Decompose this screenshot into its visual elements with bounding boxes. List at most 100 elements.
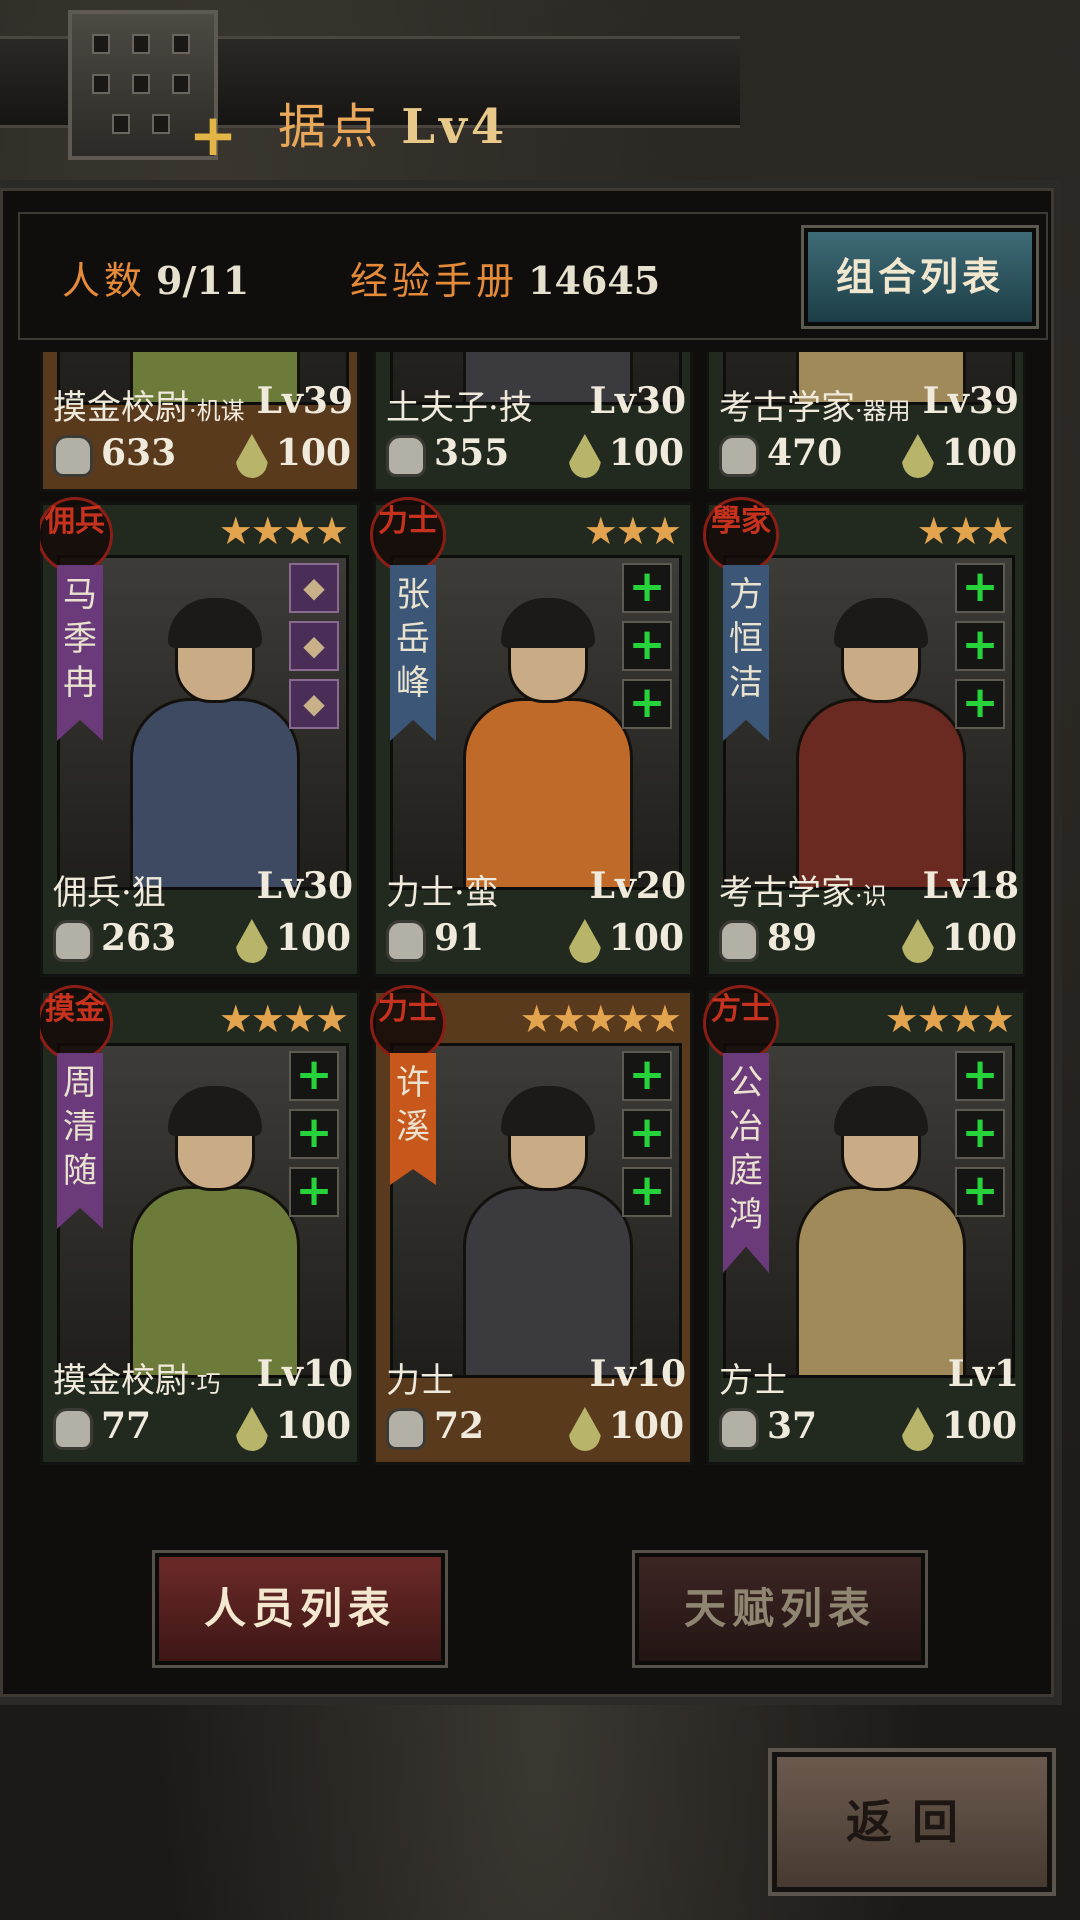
- combo-list-button[interactable]: 组合列表: [801, 225, 1039, 329]
- add-equipment-plus-icon[interactable]: +: [955, 1051, 1005, 1101]
- fist-power-icon: [719, 920, 759, 962]
- drop-energy-icon: [568, 1407, 601, 1451]
- add-equipment-plus-icon[interactable]: +: [622, 621, 672, 671]
- character-level: Lv18: [922, 865, 1019, 907]
- character-level: Lv30: [589, 380, 686, 422]
- personnel-list-tab[interactable]: 人员列表: [152, 1550, 448, 1668]
- energy-stat: 100: [901, 1405, 1017, 1451]
- character-class: 摸金校尉·巧 Lv10: [53, 1353, 353, 1401]
- character-class: 佣兵·狙 Lv30: [53, 865, 353, 913]
- character-class: 考古学家·识 Lv18: [719, 865, 1019, 913]
- population-label: 人数: [62, 259, 147, 303]
- equipped-item-icon[interactable]: ◆: [289, 563, 339, 613]
- character-card[interactable]: 力士 ★★★ 张岳峰 + + + 力士·蛮 Lv20 91 100: [370, 497, 693, 977]
- character-level: Lv1: [947, 1353, 1019, 1395]
- rarity-stars: ★★★★: [218, 509, 349, 553]
- energy-stat: 100: [235, 1405, 351, 1451]
- character-class: 土夫子·技 Lv30: [386, 380, 686, 428]
- drop-energy-icon: [568, 919, 601, 963]
- character-name: 周清随: [57, 1053, 103, 1229]
- talent-list-tab[interactable]: 天赋列表: [632, 1550, 928, 1668]
- character-grid[interactable]: 摸金校尉·机谋 Lv39 633 100 土夫子·技 Lv30 355 100 考古学家·器用 L…: [40, 352, 1040, 1522]
- add-equipment-plus-icon[interactable]: +: [955, 563, 1005, 613]
- add-equipment-plus-icon[interactable]: +: [622, 1109, 672, 1159]
- equipment-slots: ◆ ◆ ◆: [289, 563, 341, 737]
- population-value: 9/11: [156, 258, 250, 303]
- drop-energy-icon: [568, 434, 601, 478]
- drop-energy-icon: [901, 919, 934, 963]
- equipped-item-icon[interactable]: ◆: [289, 679, 339, 729]
- character-name: 张岳峰: [390, 565, 436, 741]
- add-equipment-plus-icon[interactable]: +: [622, 1051, 672, 1101]
- population-stat: 人数 9/11: [62, 250, 249, 305]
- rarity-stars: ★★★★★: [519, 997, 682, 1041]
- character-card[interactable]: 摸金校尉·机谋 Lv39 633 100: [40, 352, 360, 492]
- add-equipment-plus-icon[interactable]: +: [622, 679, 672, 729]
- class-seal-icon: 力士: [370, 497, 446, 573]
- upgrade-plus-icon[interactable]: +: [188, 106, 238, 164]
- exp-stat: 经验手册 14645: [350, 250, 660, 305]
- rarity-stars: ★★★: [916, 509, 1015, 553]
- class-seal-icon: 佣兵: [40, 497, 113, 573]
- character-card[interactable]: 考古学家·器用 Lv39 470 100: [706, 352, 1026, 492]
- character-card[interactable]: 學家 ★★★ 方恒洁 + + + 考古学家·识 Lv18 89 100: [703, 497, 1026, 977]
- add-equipment-plus-icon[interactable]: +: [289, 1167, 339, 1217]
- add-equipment-plus-icon[interactable]: +: [289, 1051, 339, 1101]
- character-card[interactable]: 摸金 ★★★★ 周清随 + + + 摸金校尉·巧 Lv10 77 100: [40, 985, 360, 1465]
- fist-power-icon: [53, 920, 93, 962]
- fist-power-icon: [386, 1408, 426, 1450]
- energy-stat: 100: [568, 1405, 684, 1451]
- power-stat: 633: [53, 432, 176, 477]
- energy-stat: 100: [235, 432, 351, 478]
- equipment-slots: + + +: [955, 563, 1007, 737]
- page-title: 据点 Lv4: [278, 99, 509, 155]
- character-level: Lv10: [589, 1353, 686, 1395]
- class-seal-icon: 學家: [703, 497, 779, 573]
- add-equipment-plus-icon[interactable]: +: [289, 1109, 339, 1159]
- add-equipment-plus-icon[interactable]: +: [955, 621, 1005, 671]
- character-level: Lv39: [922, 380, 1019, 422]
- equipment-slots: + + +: [289, 1051, 341, 1225]
- class-seal-icon: 摸金: [40, 985, 113, 1061]
- add-equipment-plus-icon[interactable]: +: [622, 1167, 672, 1217]
- character-card[interactable]: 土夫子·技 Lv30 355 100: [373, 352, 693, 492]
- character-class: 考古学家·器用 Lv39: [719, 380, 1019, 428]
- character-class: 方士 Lv1: [719, 1353, 1019, 1401]
- add-equipment-plus-icon[interactable]: +: [955, 1109, 1005, 1159]
- back-button[interactable]: 返回: [768, 1748, 1056, 1896]
- base-level: Lv4: [401, 99, 509, 155]
- drop-energy-icon: [235, 919, 268, 963]
- drop-energy-icon: [901, 434, 934, 478]
- power-stat: 77: [53, 1405, 151, 1450]
- energy-stat: 100: [901, 432, 1017, 478]
- power-stat: 91: [386, 917, 484, 962]
- power-stat: 89: [719, 917, 817, 962]
- character-name: 方恒洁: [723, 565, 769, 741]
- class-seal-icon: 力士: [370, 985, 446, 1061]
- rarity-stars: ★★★★: [218, 997, 349, 1041]
- add-equipment-plus-icon[interactable]: +: [622, 563, 672, 613]
- character-name: 许溪: [390, 1053, 436, 1185]
- exp-value: 14645: [528, 258, 661, 303]
- character-card[interactable]: 方士 ★★★★ 公冶庭鸿 + + + 方士 Lv1 37 100: [703, 985, 1026, 1465]
- power-stat: 355: [386, 432, 509, 477]
- add-equipment-plus-icon[interactable]: +: [955, 679, 1005, 729]
- power-stat: 72: [386, 1405, 484, 1450]
- fist-power-icon: [386, 435, 426, 477]
- character-level: Lv30: [256, 865, 353, 907]
- character-class: 力士 Lv10: [386, 1353, 686, 1401]
- fist-power-icon: [386, 920, 426, 962]
- energy-stat: 100: [901, 917, 1017, 963]
- equipped-item-icon[interactable]: ◆: [289, 621, 339, 671]
- rarity-stars: ★★★: [583, 509, 682, 553]
- equipment-slots: + + +: [622, 563, 674, 737]
- exp-label: 经验手册: [350, 259, 519, 303]
- character-card[interactable]: 佣兵 ★★★★ 马季冉 ◆ ◆ ◆ 佣兵·狙 Lv30 263 100: [40, 497, 360, 977]
- character-level: Lv20: [589, 865, 686, 907]
- drop-energy-icon: [235, 1407, 268, 1451]
- character-card[interactable]: 力士 ★★★★★ 许溪 + + + 力士 Lv10 72 100: [370, 985, 693, 1465]
- fist-power-icon: [53, 1408, 93, 1450]
- character-level: Lv39: [256, 380, 353, 422]
- add-equipment-plus-icon[interactable]: +: [955, 1167, 1005, 1217]
- character-name: 公冶庭鸿: [723, 1053, 769, 1273]
